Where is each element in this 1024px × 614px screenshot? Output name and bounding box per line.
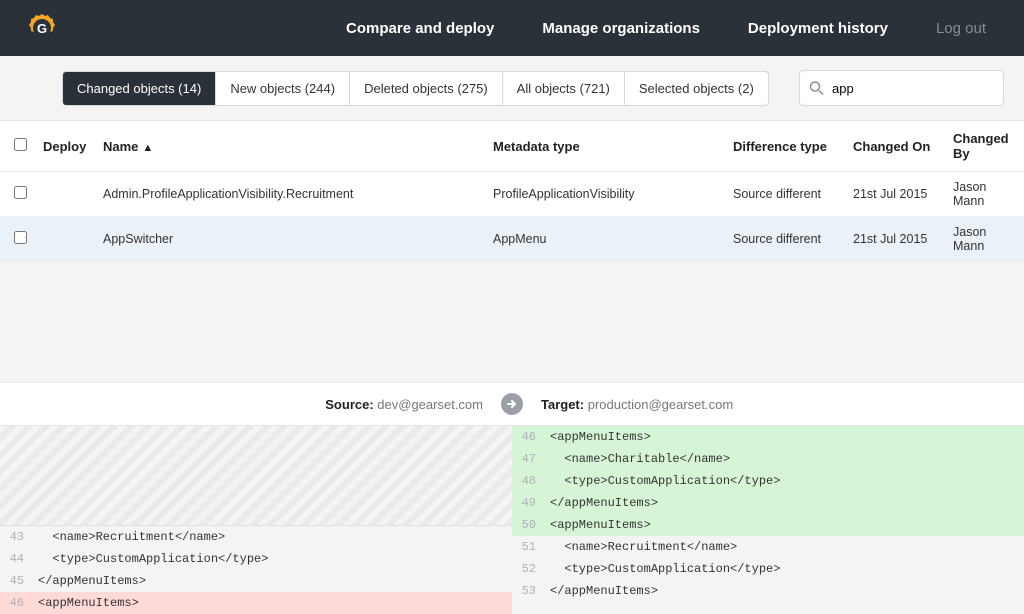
diff-line: 52 <type>CustomApplication</type> [512, 558, 1024, 580]
line-text: </appMenuItems> [38, 574, 146, 588]
line-number: 49 [512, 496, 542, 510]
nav-deploy-history[interactable]: Deployment history [724, 2, 912, 55]
line-text: <type>CustomApplication</type> [550, 562, 780, 576]
svg-text:G: G [37, 21, 47, 36]
diff-line: 50 <appMenuItems> [512, 514, 1024, 536]
line-number: 51 [512, 540, 542, 554]
line-text: <type>CustomApplication</type> [38, 552, 268, 566]
row-checkbox[interactable] [14, 186, 27, 199]
col-deploy[interactable]: Deploy [35, 121, 95, 172]
table-row[interactable]: AppSwitcher AppMenu Source different 21s… [0, 217, 1024, 262]
line-text: </appMenuItems> [550, 496, 658, 510]
objects-table: Deploy Name ▲ Metadata type Difference ty… [0, 120, 1024, 262]
tab-new-objects[interactable]: New objects (244) [216, 72, 350, 105]
diff-line: 48 <type>CustomApplication</type> [512, 470, 1024, 492]
tab-selected-objects[interactable]: Selected objects (2) [625, 72, 768, 105]
cell-name: AppSwitcher [95, 217, 485, 262]
diff-line: 46 <appMenuItems> [512, 426, 1024, 448]
line-text: <name>Recruitment</name> [550, 540, 737, 554]
col-changed-by[interactable]: Changed By [945, 121, 1024, 172]
line-text: </appMenuItems> [550, 584, 658, 598]
line-text: <appMenuItems> [38, 596, 139, 610]
diff-line: 49 </appMenuItems> [512, 492, 1024, 514]
filter-tabs: Changed objects (14) New objects (244) D… [62, 71, 769, 106]
source-label: Source: [325, 397, 373, 412]
diff-view: 43 <name>Recruitment</name>44 <type>Cust… [0, 426, 1024, 614]
search-input[interactable] [799, 70, 1004, 106]
diff-source-pane: 43 <name>Recruitment</name>44 <type>Cust… [0, 426, 512, 614]
tab-all-objects[interactable]: All objects (721) [503, 72, 625, 105]
diff-header: Source: dev@gearset.com Target: producti… [0, 382, 1024, 426]
line-number: 47 [512, 452, 542, 466]
cell-diff: Source different [725, 217, 845, 262]
line-text: <type>CustomApplication</type> [550, 474, 780, 488]
diff-line: 51 <name>Recruitment</name> [512, 536, 1024, 558]
search-icon [809, 81, 824, 96]
row-checkbox[interactable] [14, 231, 27, 244]
sort-asc-icon: ▲ [142, 142, 153, 154]
cell-diff: Source different [725, 172, 845, 217]
diff-line: 47 <name>Charitable</name> [512, 448, 1024, 470]
line-number: 46 [0, 596, 30, 610]
target-label: Target: [541, 397, 584, 412]
source-value: dev@gearset.com [377, 397, 483, 412]
diff-line: 53 </appMenuItems> [512, 580, 1024, 602]
diff-line: 46 <appMenuItems> [0, 592, 512, 614]
collapsed-region[interactable] [0, 426, 512, 526]
cell-changed-by: Jason Mann [945, 217, 1024, 262]
select-all-checkbox[interactable] [14, 138, 27, 151]
nav-logout[interactable]: Log out [912, 2, 1010, 55]
diff-target-pane: 46 <appMenuItems> 47 <name>Charitable</nam… [512, 426, 1024, 614]
cell-changed-on: 21st Jul 2015 [845, 172, 945, 217]
cell-name: Admin.ProfileApplicationVisibility.Recru… [95, 172, 485, 217]
col-changed-on[interactable]: Changed On [845, 121, 945, 172]
cell-meta: AppMenu [485, 217, 725, 262]
line-number: 50 [512, 518, 542, 532]
col-difference-type[interactable]: Difference type [725, 121, 845, 172]
line-number: 52 [512, 562, 542, 576]
tab-deleted-objects[interactable]: Deleted objects (275) [350, 72, 503, 105]
cell-changed-on: 21st Jul 2015 [845, 217, 945, 262]
line-number: 53 [512, 584, 542, 598]
line-text: <name>Charitable</name> [550, 452, 730, 466]
line-number: 44 [0, 552, 30, 566]
diff-line: 43 <name>Recruitment</name> [0, 526, 512, 548]
line-text: <appMenuItems> [550, 518, 651, 532]
search-wrap [799, 70, 1004, 106]
cell-changed-by: Jason Mann [945, 172, 1024, 217]
nav-manage-orgs[interactable]: Manage organizations [518, 2, 724, 55]
filters-bar: Changed objects (14) New objects (244) D… [0, 56, 1024, 120]
line-number: 43 [0, 530, 30, 544]
line-number: 46 [512, 430, 542, 444]
tab-changed-objects[interactable]: Changed objects (14) [63, 72, 216, 105]
top-nav: G Compare and deploy Manage organization… [0, 0, 1024, 56]
cell-meta: ProfileApplicationVisibility [485, 172, 725, 217]
target-value: production@gearset.com [588, 397, 733, 412]
line-text: <name>Recruitment</name> [38, 530, 225, 544]
col-metadata-type[interactable]: Metadata type [485, 121, 725, 172]
line-text: <appMenuItems> [550, 430, 651, 444]
col-name-label: Name [103, 139, 138, 154]
line-number: 48 [512, 474, 542, 488]
col-name[interactable]: Name ▲ [95, 121, 485, 172]
diff-line: 44 <type>CustomApplication</type> [0, 548, 512, 570]
arrow-right-icon [501, 393, 523, 415]
table-row[interactable]: Admin.ProfileApplicationVisibility.Recru… [0, 172, 1024, 217]
diff-line: 45 </appMenuItems> [0, 570, 512, 592]
nav-compare-deploy[interactable]: Compare and deploy [322, 2, 518, 55]
gearset-logo: G [24, 10, 60, 46]
line-number: 45 [0, 574, 30, 588]
